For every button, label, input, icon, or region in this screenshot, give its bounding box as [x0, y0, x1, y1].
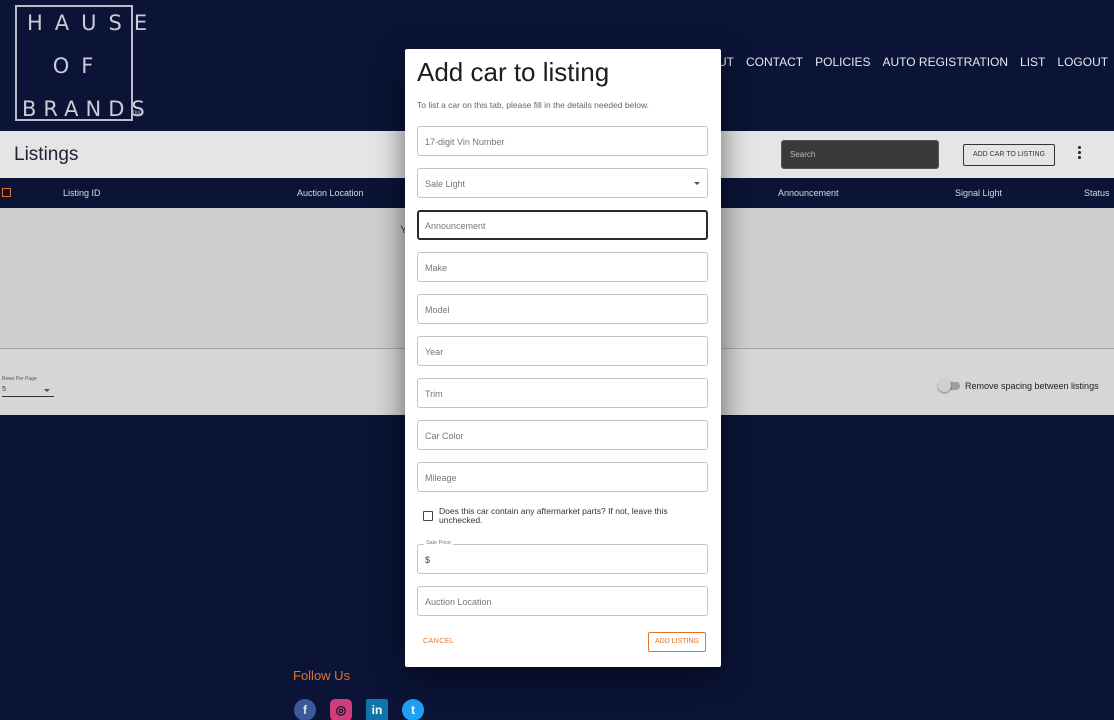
dialog-subtitle: To list a car on this tab, please fill i… — [417, 100, 650, 110]
aftermarket-checkbox[interactable] — [423, 511, 433, 521]
add-listing-button[interactable]: ADD LISTING — [648, 632, 706, 652]
car-color-input[interactable]: Car Color — [417, 420, 708, 450]
mileage-input[interactable]: Mileage — [417, 462, 708, 492]
make-input[interactable]: Make — [417, 252, 708, 282]
trim-input[interactable]: Trim — [417, 378, 708, 408]
dialog-title: Add car to listing — [417, 57, 610, 87]
sale-light-label: Sale Light — [425, 179, 466, 189]
sale-light-select[interactable]: Sale Light — [417, 168, 708, 198]
chevron-down-icon — [694, 182, 700, 185]
aftermarket-label: Does this car contain any aftermarket pa… — [439, 506, 668, 525]
model-input[interactable]: Model — [417, 294, 708, 324]
auction-location-input[interactable]: Auction Location — [417, 586, 708, 616]
announcement-input[interactable]: Announcement — [417, 210, 708, 240]
year-input[interactable]: Year — [417, 336, 708, 366]
sale-price-value: $ — [425, 555, 431, 565]
cancel-button[interactable]: CANCEL — [423, 638, 454, 645]
sale-price-label: Sale Price — [424, 540, 454, 546]
vin-input[interactable]: 17-digit Vin Number — [417, 126, 708, 156]
add-car-dialog: Add car to listing To list a car on this… — [405, 49, 721, 667]
sale-price-input[interactable]: Sale Price $ — [417, 540, 708, 574]
